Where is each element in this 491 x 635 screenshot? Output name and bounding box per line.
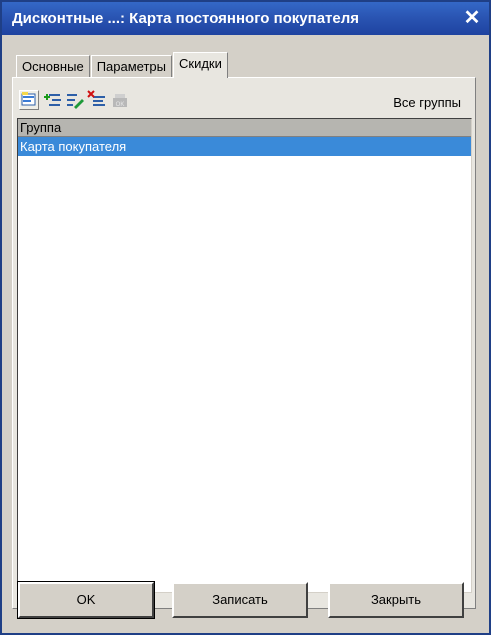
tab-panel-discounts: OK Все группы Группа Карта покупателя <box>12 77 476 609</box>
tab-strip: Основные Параметры Скидки <box>16 52 228 78</box>
add-child-icon[interactable] <box>43 90 63 110</box>
svg-text:OK: OK <box>116 102 125 108</box>
button-bar: OK Записать Закрыть <box>2 577 489 627</box>
new-group-icon[interactable] <box>19 90 39 110</box>
tab-discounts[interactable]: Скидки <box>173 52 228 78</box>
tab-main[interactable]: Основные <box>16 55 90 77</box>
save-button[interactable]: Записать <box>172 582 308 618</box>
group-list[interactable]: Группа Карта покупателя <box>17 118 472 593</box>
title-bar[interactable]: Дисконтные ...: Карта постоянного покупа… <box>2 2 489 35</box>
tab-parameters[interactable]: Параметры <box>90 55 172 77</box>
window-title: Дисконтные ...: Карта постоянного покупа… <box>12 10 360 27</box>
delete-icon[interactable] <box>87 90 107 110</box>
dialog-window: Дисконтные ...: Карта постоянного покупа… <box>0 0 491 635</box>
ok-disabled-icon: OK <box>111 90 131 110</box>
edit-icon[interactable] <box>65 90 85 110</box>
close-button[interactable]: Закрыть <box>328 582 464 618</box>
client-area: Основные Параметры Скидки OK Все группы … <box>10 44 481 609</box>
close-icon[interactable]: ✕ <box>461 7 483 29</box>
ok-button[interactable]: OK <box>17 581 155 619</box>
all-groups-label[interactable]: Все группы <box>393 95 461 110</box>
list-item[interactable]: Карта покупателя <box>18 137 471 156</box>
column-header-group[interactable]: Группа <box>18 119 471 137</box>
toolbar: OK Все группы <box>19 90 469 116</box>
